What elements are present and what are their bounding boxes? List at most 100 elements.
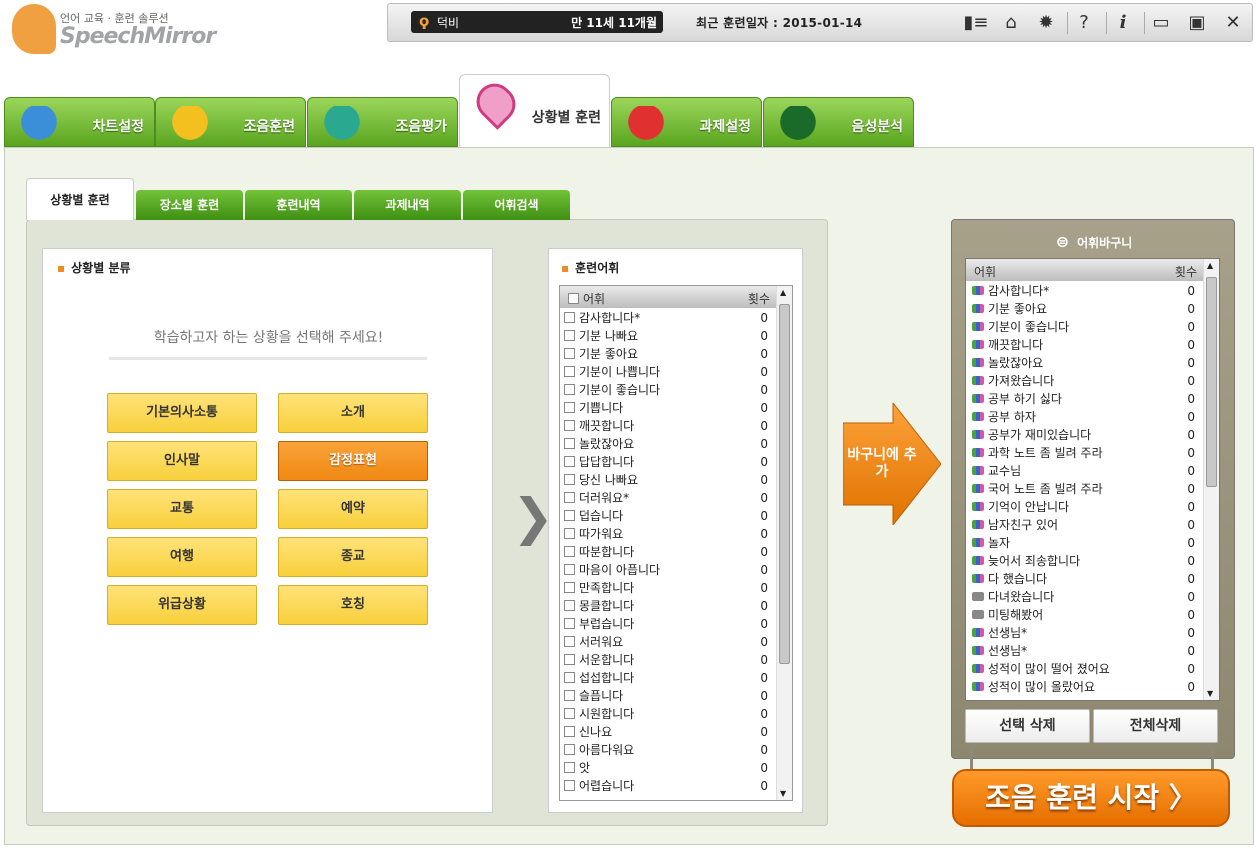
help-icon[interactable]: ? xyxy=(1071,10,1097,36)
vocab-scrollbar[interactable]: ▲ ▼ xyxy=(776,286,792,800)
basket-row[interactable]: 남자친구 있어 0 xyxy=(972,516,1197,534)
vocab-row[interactable]: 따분합니다 0 xyxy=(564,543,772,561)
main-tab-1[interactable]: 차트설정 xyxy=(4,97,155,147)
vocab-row[interactable]: 감사합니다* 0 xyxy=(564,309,772,327)
basket-row[interactable]: 기분이 좋습니다 0 xyxy=(972,318,1197,336)
basket-row[interactable]: 선생님* 0 xyxy=(972,642,1197,660)
category-button[interactable]: 인사말 xyxy=(107,441,257,481)
basket-row[interactable]: 가져왔습니다 0 xyxy=(972,372,1197,390)
basket-row[interactable]: 깨끗합니다 0 xyxy=(972,336,1197,354)
row-checkbox[interactable] xyxy=(564,636,575,647)
row-checkbox[interactable] xyxy=(564,474,575,485)
category-button[interactable]: 기본의사소통 xyxy=(107,393,257,433)
delete-selected-button[interactable]: 선택 삭제 xyxy=(965,709,1090,743)
vocab-row[interactable]: 부럽습니다 0 xyxy=(564,615,772,633)
row-checkbox[interactable] xyxy=(564,456,575,467)
vocab-row[interactable]: 섭섭합니다 0 xyxy=(564,669,772,687)
basket-row[interactable]: 놀랐잖아요 0 xyxy=(972,354,1197,372)
home-icon[interactable]: ⌂ xyxy=(998,10,1024,36)
basket-row[interactable]: 성적이 많이 떨어 졌어요 0 xyxy=(972,660,1197,678)
scroll-thumb[interactable] xyxy=(779,304,790,664)
vocab-row[interactable]: 서러워요 0 xyxy=(564,633,772,651)
basket-row[interactable]: 국어 노트 좀 빌려 주라 0 xyxy=(972,480,1197,498)
row-checkbox[interactable] xyxy=(564,546,575,557)
basket-row[interactable]: 공부 하기 싫다 0 xyxy=(972,390,1197,408)
row-checkbox[interactable] xyxy=(564,510,575,521)
basket-scrollbar[interactable]: ▲ ▼ xyxy=(1203,259,1219,700)
sub-tab-1[interactable]: 상황별 훈련 xyxy=(26,178,134,220)
minimize-icon[interactable]: ▭ xyxy=(1148,10,1174,36)
basket-row[interactable]: 다녀왔습니다 0 xyxy=(972,588,1197,606)
basket-row[interactable]: 놀자 0 xyxy=(972,534,1197,552)
row-checkbox[interactable] xyxy=(564,366,575,377)
vocab-row[interactable]: 슬픕니다 0 xyxy=(564,687,772,705)
scroll-up-icon[interactable]: ▲ xyxy=(1207,261,1213,270)
vocab-row[interactable]: 깨끗합니다 0 xyxy=(564,417,772,435)
row-checkbox[interactable] xyxy=(564,438,575,449)
basket-row[interactable]: 기억이 안납니다 0 xyxy=(972,498,1197,516)
category-button[interactable]: 위급상황 xyxy=(107,585,257,625)
sub-tab-3[interactable]: 훈련내역 xyxy=(245,190,352,220)
vocab-row[interactable]: 기분이 나쁩니다 0 xyxy=(564,363,772,381)
scroll-thumb[interactable] xyxy=(1206,277,1217,487)
category-button[interactable]: 교통 xyxy=(107,489,257,529)
vocab-row[interactable]: 마음이 아픕니다 0 xyxy=(564,561,772,579)
row-checkbox[interactable] xyxy=(564,384,575,395)
vocab-row[interactable]: 기쁩니다 0 xyxy=(564,399,772,417)
row-checkbox[interactable] xyxy=(564,780,575,791)
vocab-row[interactable]: 당신 나빠요 0 xyxy=(564,471,772,489)
delete-all-button[interactable]: 전체삭제 xyxy=(1093,709,1218,743)
vocab-row[interactable]: 어렵습니다 0 xyxy=(564,777,772,795)
row-checkbox[interactable] xyxy=(564,600,575,611)
row-checkbox[interactable] xyxy=(564,420,575,431)
basket-row[interactable]: 공부가 재미있습니다 0 xyxy=(972,426,1197,444)
id-card-icon[interactable]: ▮≡ xyxy=(963,10,989,36)
start-training-button[interactable]: 조음 훈련 시작 〉 xyxy=(952,769,1230,827)
sub-tab-5[interactable]: 어휘검색 xyxy=(463,190,570,220)
row-checkbox[interactable] xyxy=(564,348,575,359)
vocab-row[interactable]: 앗0 xyxy=(564,759,772,777)
scroll-up-icon[interactable]: ▲ xyxy=(780,288,786,297)
basket-row[interactable]: 성적이 많이 올랐어요 0 xyxy=(972,678,1197,696)
basket-row[interactable]: 과학 노트 좀 빌려 주라 0 xyxy=(972,444,1197,462)
basket-row[interactable]: 공부 하자 0 xyxy=(972,408,1197,426)
row-checkbox[interactable] xyxy=(564,672,575,683)
basket-row[interactable]: 미팅해봤어 0 xyxy=(972,606,1197,624)
vocab-row[interactable]: 기분 나빠요 0 xyxy=(564,327,772,345)
basket-row[interactable]: 선생님* 0 xyxy=(972,624,1197,642)
vocab-row[interactable]: 아름다워요 0 xyxy=(564,741,772,759)
main-tab-6[interactable]: 음성분석 xyxy=(763,97,914,147)
row-checkbox[interactable] xyxy=(564,528,575,539)
vocab-row[interactable]: 더러워요* 0 xyxy=(564,489,772,507)
vocab-row[interactable]: 기분 좋아요 0 xyxy=(564,345,772,363)
row-checkbox[interactable] xyxy=(564,726,575,737)
vocab-row[interactable]: 시원합니다 0 xyxy=(564,705,772,723)
category-button[interactable]: 예약 xyxy=(278,489,428,529)
vocab-row[interactable]: 따가워요 0 xyxy=(564,525,772,543)
basket-row[interactable]: 감사합니다* 0 xyxy=(972,282,1197,300)
vocab-row[interactable]: 만족합니다 0 xyxy=(564,579,772,597)
row-checkbox[interactable] xyxy=(564,330,575,341)
close-icon[interactable]: ✕ xyxy=(1220,10,1246,36)
scroll-down-icon[interactable]: ▼ xyxy=(1207,689,1213,698)
vocab-row[interactable]: 덥습니다 0 xyxy=(564,507,772,525)
vocab-row[interactable]: 몽클합니다 0 xyxy=(564,597,772,615)
vocab-row[interactable]: 서운합니다 0 xyxy=(564,651,772,669)
sub-tab-4[interactable]: 과제내역 xyxy=(354,190,461,220)
category-button[interactable]: 소개 xyxy=(278,393,428,433)
basket-row[interactable]: 다 했습니다 0 xyxy=(972,570,1197,588)
row-checkbox[interactable] xyxy=(564,312,575,323)
basket-row[interactable]: 기분 좋아요 0 xyxy=(972,300,1197,318)
main-tab-3[interactable]: 조음평가 xyxy=(307,97,458,147)
row-checkbox[interactable] xyxy=(564,654,575,665)
row-checkbox[interactable] xyxy=(564,402,575,413)
add-to-basket-label[interactable]: 바구니에 추가 xyxy=(843,447,921,481)
vocab-row[interactable]: 기분이 좋습니다 0 xyxy=(564,381,772,399)
main-tab-4[interactable]: 상황별 훈련 xyxy=(459,74,610,148)
category-button[interactable]: 감정표현 xyxy=(278,441,428,481)
row-checkbox[interactable] xyxy=(564,708,575,719)
row-checkbox[interactable] xyxy=(564,690,575,701)
row-checkbox[interactable] xyxy=(564,582,575,593)
basket-row[interactable]: 늦어서 죄송합니다 0 xyxy=(972,552,1197,570)
row-checkbox[interactable] xyxy=(564,744,575,755)
